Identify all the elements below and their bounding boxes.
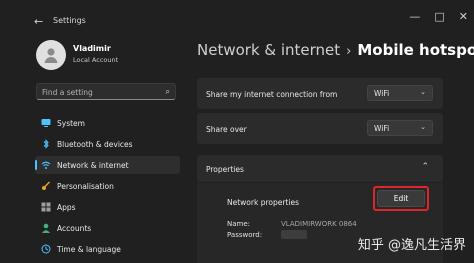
watermark: 知乎 @逸凡生活界 — [357, 238, 466, 253]
search-icon: ⌕ — [165, 87, 170, 96]
properties-title: Properties — [206, 165, 244, 174]
password-value-redacted — [281, 230, 307, 239]
search-input[interactable]: Find a setting ⌕ — [36, 83, 176, 100]
title-bar: ← Settings — □ ✕ — [0, 0, 474, 30]
share-over-label: Share over — [206, 125, 247, 134]
back-icon[interactable]: ← — [34, 15, 43, 28]
brush-icon — [42, 181, 50, 190]
avatar[interactable] — [36, 40, 66, 70]
sidebar-item-label: Accounts — [57, 224, 92, 233]
sidebar-item-accounts[interactable]: Accounts — [35, 219, 180, 237]
sidebar-item-personalisation[interactable]: Personalisation — [35, 177, 180, 195]
close-icon[interactable]: ✕ — [459, 10, 468, 23]
network-properties-label: Network properties — [227, 198, 299, 207]
sidebar-item-label: System — [57, 119, 85, 128]
sidebar-item-label: Network & internet — [57, 161, 129, 170]
window-controls: — □ ✕ — [409, 10, 468, 23]
monitor-icon — [41, 119, 51, 127]
person-icon — [44, 48, 58, 63]
breadcrumb-parent[interactable]: Network & internet — [197, 41, 340, 59]
dropdown-value: WiFi — [374, 124, 390, 133]
share-over-card: Share over WiFi ⌄ — [197, 113, 443, 144]
share-from-label: Share my internet connection from — [206, 90, 338, 99]
chevron-down-icon: ⌄ — [420, 88, 426, 96]
account-type: Local Account — [73, 56, 119, 64]
sidebar-item-label: Bluetooth & devices — [57, 140, 133, 149]
sidebar-item-bluetooth[interactable]: Bluetooth & devices — [35, 135, 180, 153]
page-title: Mobile hotspot — [357, 41, 474, 59]
properties-header[interactable]: Properties ⌃ — [197, 155, 443, 182]
chevron-up-icon[interactable]: ⌃ — [421, 162, 429, 172]
name-key: Name: — [227, 220, 251, 228]
edit-button[interactable]: Edit — [377, 190, 425, 207]
sidebar-item-network[interactable]: Network & internet — [35, 156, 180, 174]
user-name: Vladimir — [73, 44, 111, 53]
name-value: VLADIMIRWORK 0864 — [281, 220, 357, 228]
share-from-dropdown[interactable]: WiFi ⌄ — [367, 85, 433, 101]
dropdown-value: WiFi — [374, 89, 390, 98]
sidebar-item-label: Time & language — [57, 245, 121, 254]
app-title: Settings — [53, 16, 86, 25]
breadcrumb: Network & internet › Mobile hotspot — [197, 41, 474, 59]
sidebar-item-system[interactable]: System — [35, 114, 180, 132]
breadcrumb-separator: › — [346, 44, 352, 59]
minimize-icon[interactable]: — — [409, 10, 420, 23]
sidebar-item-time-language[interactable]: Time & language — [35, 240, 180, 258]
maximize-icon[interactable]: □ — [434, 10, 444, 23]
sidebar: Vladimir Local Account Find a setting ⌕ … — [28, 30, 184, 263]
bluetooth-icon — [43, 139, 49, 149]
sidebar-item-label: Personalisation — [57, 182, 114, 191]
sidebar-item-label: Apps — [57, 203, 76, 212]
share-over-dropdown[interactable]: WiFi ⌄ — [367, 120, 433, 136]
sidebar-item-apps[interactable]: Apps — [35, 198, 180, 216]
person-icon — [42, 223, 50, 233]
active-indicator — [35, 160, 37, 170]
main-content: Network & internet › Mobile hotspot Share … — [190, 30, 474, 263]
password-key: Password: — [227, 231, 263, 239]
apps-icon — [41, 202, 51, 212]
search-placeholder: Find a setting — [42, 88, 93, 97]
chevron-down-icon: ⌄ — [420, 123, 426, 131]
wifi-icon — [41, 161, 51, 169]
share-from-card: Share my internet connection from WiFi ⌄ — [197, 78, 443, 109]
globe-clock-icon — [41, 244, 51, 254]
